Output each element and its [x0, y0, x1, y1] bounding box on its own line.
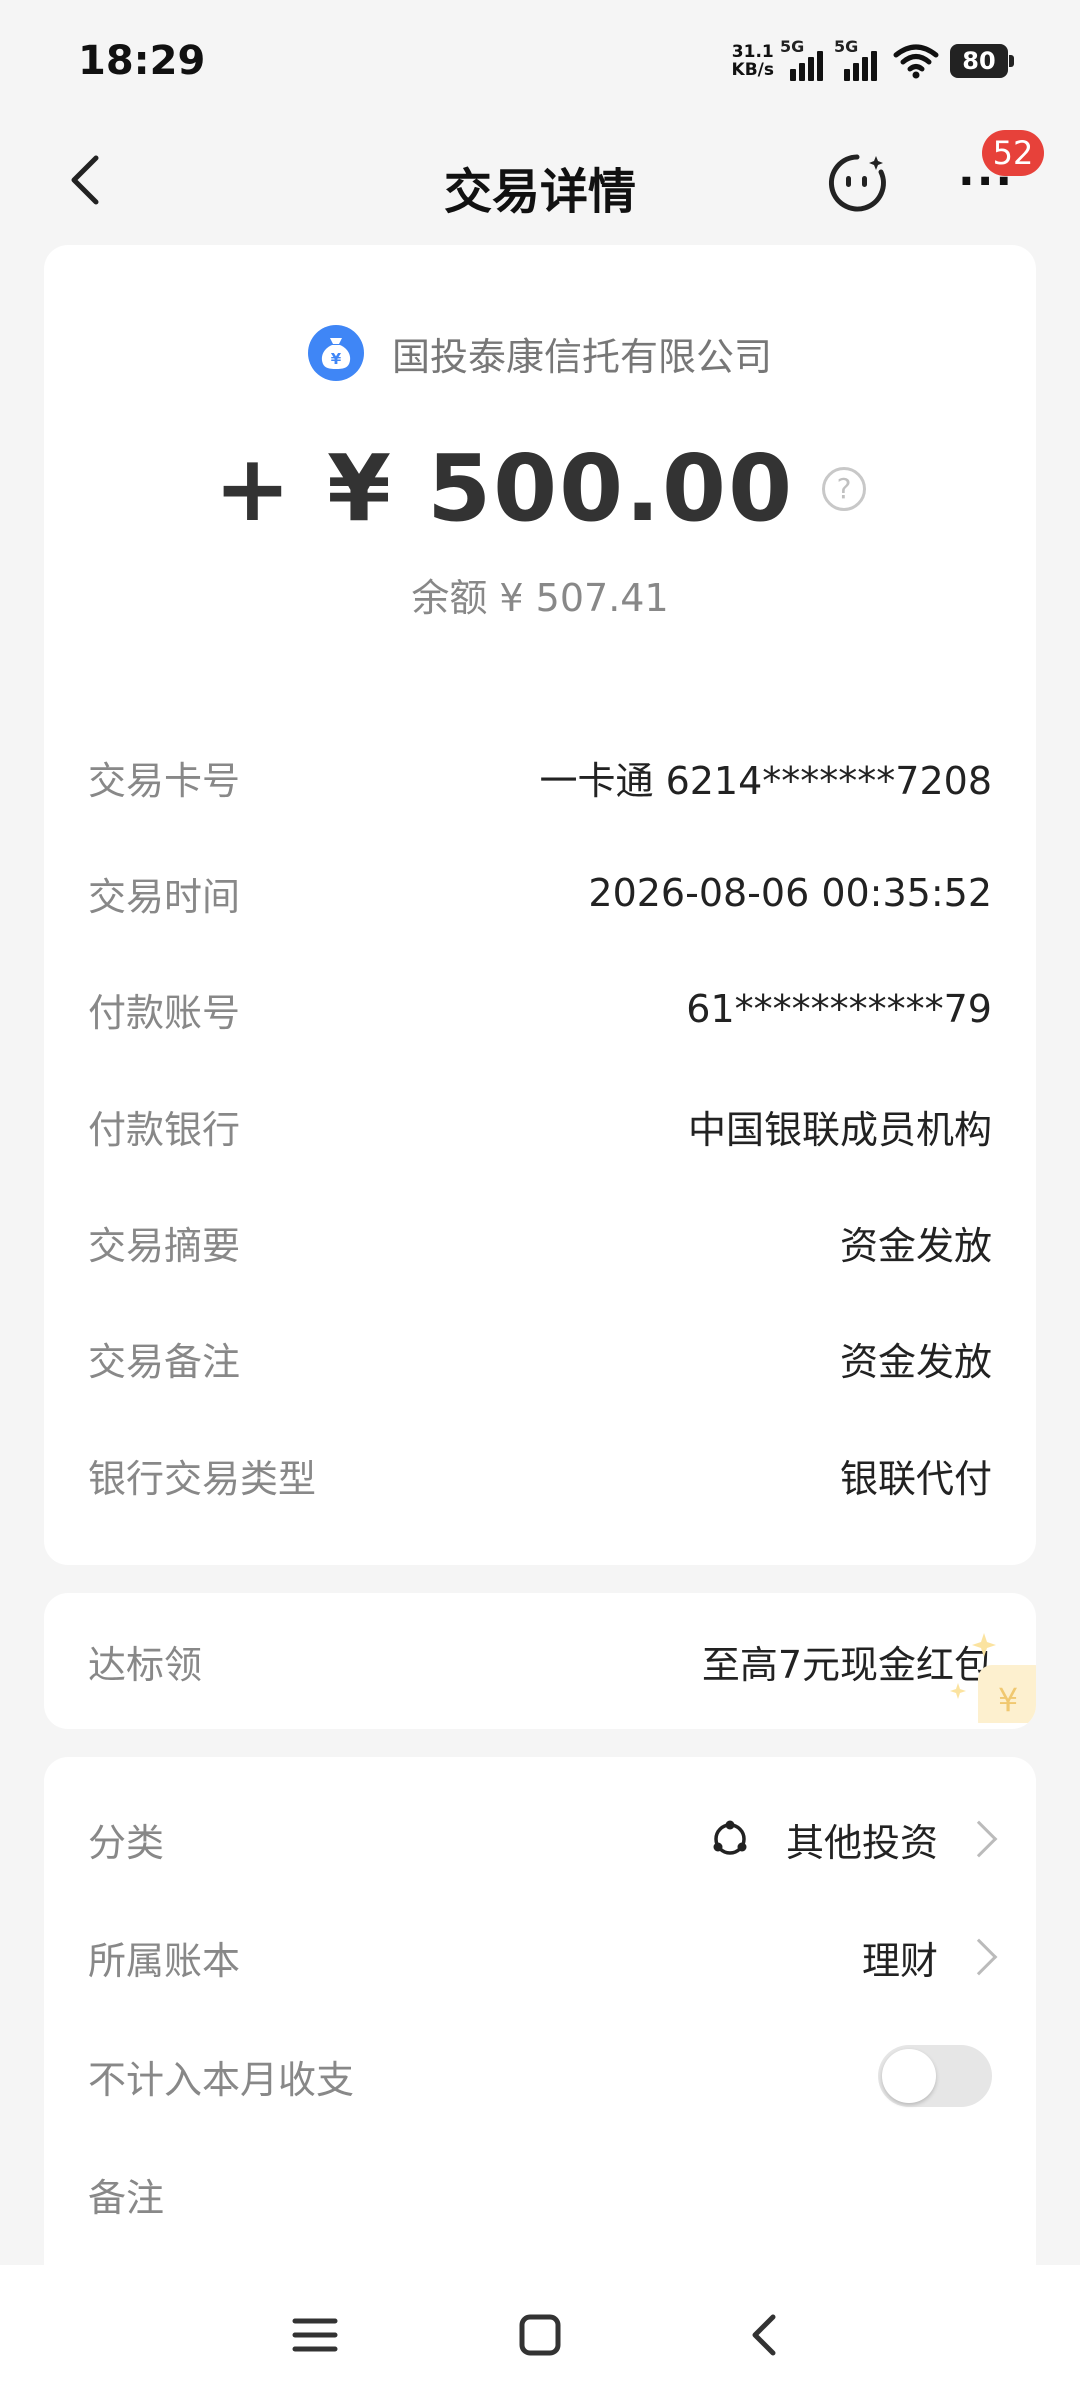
chevron-right-icon	[960, 1820, 998, 1858]
promo-row[interactable]: 达标领 至高7元现金红包	[88, 1631, 992, 1691]
detail-label: 银行交易类型	[88, 1456, 317, 1501]
svg-text:¥: ¥	[998, 1681, 1018, 1719]
sim2-label: 5G	[834, 37, 859, 56]
detail-value: 银联代付	[839, 1456, 992, 1501]
page-title: 交易详情	[443, 164, 636, 220]
network-speed: 31.1 KB/s	[732, 43, 774, 79]
detail-row: 交易卡号 一卡通 6214*******7208	[88, 747, 992, 807]
detail-row: 交易摘要 资金发放	[88, 1212, 992, 1272]
exclude-row: 不计入本月收支	[88, 2045, 992, 2107]
detail-label: 交易备注	[88, 1339, 241, 1384]
detail-row: 交易时间 2026-08-06 00:35:52	[88, 863, 992, 923]
network-speed-value: 31.1	[731, 42, 774, 62]
promo-label: 达标领	[88, 1642, 203, 1687]
ledger-label: 所属账本	[88, 1938, 241, 1983]
detail-label: 交易摘要	[88, 1223, 241, 1268]
status-time: 18:29	[78, 38, 206, 84]
smile-icon[interactable]	[826, 152, 888, 214]
settings-card: 分类 其他投资 所属账本 理财 不计入本月收支 备注	[44, 1757, 1036, 2277]
signal-sim2-icon: 5G	[834, 37, 882, 81]
detail-value: 2026-08-06 00:35:52	[588, 871, 992, 915]
investment-icon	[713, 1820, 747, 1855]
detail-value: 61***********79	[686, 987, 992, 1031]
help-icon[interactable]: ?	[822, 466, 867, 511]
note-row[interactable]: 备注	[88, 2164, 992, 2224]
ledger-row[interactable]: 所属账本 理财	[88, 1927, 998, 1987]
ledger-value: 理财	[861, 1938, 938, 1983]
ledger-value-wrap: 理财	[861, 1930, 998, 1985]
note-label: 备注	[88, 2175, 165, 2220]
category-value-wrap: 其他投资	[710, 1812, 998, 1867]
merchant: ¥ 国投泰康信托有限公司	[44, 325, 1036, 381]
category-value: 其他投资	[785, 1820, 938, 1865]
red-packet-sparkle-icon: ¥	[950, 1633, 1036, 1723]
detail-value: 资金发放	[839, 1339, 992, 1384]
amount-row: + ¥ 500.00 ?	[44, 435, 1036, 542]
svg-text:¥: ¥	[331, 350, 342, 368]
chevron-right-icon	[960, 1938, 998, 1976]
balance: 余额 ¥ 507.41	[411, 576, 669, 620]
detail-value: 一卡通 6214*******7208	[539, 758, 993, 803]
system-nav-bar	[0, 2265, 1080, 2400]
battery-icon: 80	[950, 44, 1014, 78]
notification-badge: 52	[982, 130, 1044, 176]
detail-label: 交易卡号	[88, 758, 241, 803]
exclude-label: 不计入本月收支	[88, 2057, 355, 2102]
detail-row: 付款银行 中国银联成员机构	[88, 1096, 992, 1156]
detail-label: 交易时间	[88, 874, 241, 919]
detail-label: 付款账号	[88, 990, 241, 1035]
status-icons: 31.1 KB/s 5G 5G 80	[732, 37, 1014, 84]
network-speed-unit: KB/s	[731, 60, 774, 80]
category-row[interactable]: 分类 其他投资	[88, 1809, 998, 1869]
exclude-toggle[interactable]	[878, 2045, 992, 2107]
detail-value: 资金发放	[839, 1223, 992, 1268]
detail-row: 银行交易类型 银联代付	[88, 1445, 992, 1505]
signal-sim1-icon: 5G	[780, 37, 828, 81]
detail-value: 中国银联成员机构	[687, 1107, 992, 1152]
toggle-knob	[882, 2049, 936, 2103]
menu-icon[interactable]	[285, 2305, 345, 2365]
detail-row: 付款账号 61***********79	[88, 979, 992, 1039]
merchant-name: 国投泰康信托有限公司	[391, 334, 772, 379]
back-icon[interactable]	[735, 2305, 795, 2365]
detail-label: 付款银行	[88, 1107, 241, 1152]
wifi-icon	[893, 44, 939, 79]
promo-card[interactable]: 达标领 至高7元现金红包 ¥	[44, 1593, 1036, 1729]
sim1-label: 5G	[780, 37, 805, 56]
status-bar: 18:29 31.1 KB/s 5G 5G 80	[0, 0, 1080, 120]
battery-level: 80	[962, 47, 996, 75]
money-bag-icon: ¥	[307, 325, 364, 381]
category-label: 分类	[88, 1820, 165, 1865]
header: 交易详情 ··· 52	[0, 130, 1080, 240]
transaction-amount: + ¥ 500.00	[213, 435, 795, 542]
detail-row: 交易备注 资金发放	[88, 1328, 992, 1388]
transaction-card: ¥ 国投泰康信托有限公司 + ¥ 500.00 ? 余额 ¥ 507.41 交易…	[44, 245, 1036, 1565]
home-square-icon[interactable]	[510, 2305, 570, 2365]
